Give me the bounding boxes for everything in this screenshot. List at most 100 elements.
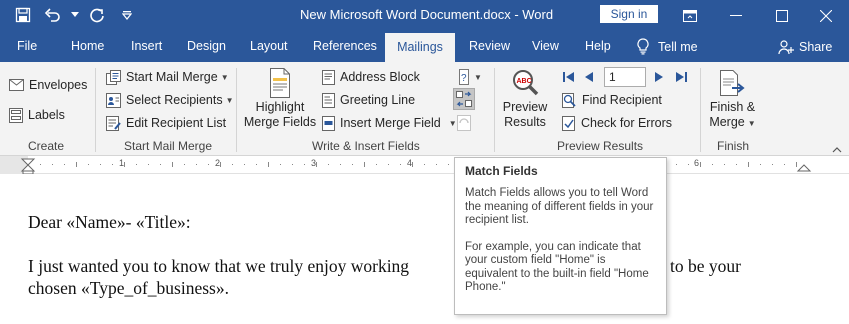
- finish-merge-button[interactable]: Finish & Merge ▼: [705, 68, 760, 131]
- rules-button[interactable]: ? ▼: [457, 67, 482, 87]
- preview-label-line1: Preview: [502, 100, 548, 114]
- find-recipient-button[interactable]: Find Recipient: [562, 90, 662, 110]
- match-fields-button[interactable]: [453, 88, 475, 110]
- match-fields-icon: [456, 91, 472, 107]
- customize-toolbar-icon[interactable]: [112, 4, 142, 26]
- update-labels-button[interactable]: [457, 113, 471, 133]
- check-for-errors-label: Check for Errors: [581, 116, 672, 130]
- highlight-merge-fields-button[interactable]: Highlight Merge Fields: [243, 68, 317, 130]
- tab-view[interactable]: View: [532, 31, 559, 62]
- preview-label-line2: Results: [504, 115, 546, 129]
- share-button[interactable]: Share: [778, 31, 832, 62]
- tooltip-paragraph: Match Fields allows you to tell Word the…: [465, 187, 654, 226]
- document-page[interactable]: Dear «Name»- «Title»: I just wanted you …: [0, 174, 849, 324]
- svg-text:?: ?: [461, 73, 467, 84]
- ruler-ticks: [0, 156, 812, 174]
- document-line-body-left[interactable]: I just wanted you to know that we truly …: [28, 256, 409, 277]
- find-recipient-label: Find Recipient: [582, 93, 662, 107]
- tab-references[interactable]: References: [313, 31, 377, 62]
- record-number-input[interactable]: 1: [604, 67, 646, 87]
- edit-recipient-list-button[interactable]: Edit Recipient List: [106, 113, 226, 133]
- finish-label-line1: Finish &: [709, 100, 756, 114]
- ruler-number: 4: [407, 158, 413, 168]
- save-icon[interactable]: [8, 4, 38, 26]
- insert-merge-field-label: Insert Merge Field: [340, 116, 441, 130]
- redo-icon[interactable]: [82, 4, 112, 26]
- select-recipients-button[interactable]: Select Recipients ▼: [106, 90, 234, 110]
- tooltip-title: Match Fields: [465, 164, 538, 178]
- ribbon-tabs: File Home Insert Design Layout Reference…: [0, 31, 849, 62]
- labels-button[interactable]: Labels: [9, 105, 65, 125]
- finish-label-line2-wrap: Merge ▼: [705, 115, 760, 131]
- tab-insert[interactable]: Insert: [131, 31, 162, 62]
- labels-label: Labels: [28, 108, 65, 122]
- start-mail-merge-icon: [106, 69, 121, 85]
- sign-in-button[interactable]: Sign in: [600, 5, 658, 23]
- last-record-icon: [674, 70, 688, 84]
- preview-results-button[interactable]: ABC Preview Results: [499, 68, 551, 130]
- title-bar: New Microsoft Word Document.docx - Word …: [0, 0, 849, 31]
- next-record-button[interactable]: [653, 67, 665, 87]
- chevron-down-icon: ▼: [220, 72, 229, 82]
- address-block-label: Address Block: [340, 70, 420, 84]
- group-label-start-mail-merge: Start Mail Merge: [124, 139, 213, 153]
- envelopes-button[interactable]: Envelopes: [9, 75, 87, 95]
- finish-merge-icon: [705, 68, 760, 100]
- chevron-down-icon: ▼: [474, 72, 482, 82]
- finish-label-line2: Merge: [709, 115, 745, 129]
- document-line-body-right[interactable]: to be your: [670, 256, 741, 277]
- group-separator: [700, 68, 701, 152]
- undo-dropdown-icon[interactable]: [68, 4, 82, 26]
- chevron-down-icon: ▼: [225, 95, 234, 105]
- share-label: Share: [799, 39, 833, 54]
- highlight-label-line2: Merge Fields: [243, 115, 317, 129]
- document-line-closing[interactable]: chosen «Type_of_business».: [28, 278, 229, 299]
- tab-layout[interactable]: Layout: [250, 31, 288, 62]
- ruler-number: 2: [215, 158, 221, 168]
- group-label-write-insert: Write & Insert Fields: [312, 139, 420, 153]
- start-mail-merge-label: Start Mail Merge: [126, 70, 218, 84]
- tell-me-search[interactable]: Tell me: [637, 31, 698, 62]
- tab-help[interactable]: Help: [585, 31, 611, 62]
- edit-recipient-list-label: Edit Recipient List: [126, 116, 227, 130]
- window-title: New Microsoft Word Document.docx - Word: [300, 7, 554, 22]
- last-record-button[interactable]: [674, 67, 688, 87]
- greeting-line-icon: [322, 92, 335, 108]
- maximize-icon[interactable]: [759, 0, 805, 31]
- ruler-number: 3: [311, 158, 317, 168]
- address-block-button[interactable]: Address Block: [322, 67, 420, 87]
- select-recipients-label: Select Recipients: [126, 93, 223, 107]
- chevron-down-icon: ▼: [747, 119, 756, 128]
- labels-icon: [9, 107, 23, 123]
- tab-review[interactable]: Review: [469, 31, 510, 62]
- tab-file[interactable]: File: [17, 31, 37, 62]
- tooltip-paragraph: For example, you can indicate that your …: [465, 240, 649, 294]
- check-for-errors-button[interactable]: Check for Errors: [562, 113, 672, 133]
- ribbon-display-options-icon[interactable]: [667, 0, 713, 31]
- document-line-greeting[interactable]: Dear «Name»- «Title»:: [28, 212, 191, 233]
- tab-mailings[interactable]: Mailings: [385, 33, 455, 62]
- close-icon[interactable]: [803, 0, 849, 31]
- group-separator: [236, 68, 237, 152]
- undo-icon[interactable]: [38, 4, 68, 26]
- previous-record-button[interactable]: [583, 67, 595, 87]
- group-label-finish: Finish: [717, 139, 750, 153]
- tooltip-body: Match Fields allows you to tell Word the…: [465, 187, 656, 295]
- minimize-icon[interactable]: [713, 0, 759, 31]
- lightbulb-icon: [637, 38, 649, 55]
- tab-home[interactable]: Home: [71, 31, 104, 62]
- horizontal-ruler: 1 2 3 4 6: [0, 156, 849, 174]
- insert-merge-field-icon: [322, 115, 335, 131]
- start-mail-merge-button[interactable]: Start Mail Merge ▼: [106, 67, 229, 87]
- group-label-preview-results: Preview Results: [557, 139, 644, 153]
- ruler-number: 1: [119, 158, 125, 168]
- tab-design[interactable]: Design: [187, 31, 226, 62]
- greeting-line-button[interactable]: Greeting Line: [322, 90, 415, 110]
- quick-access-toolbar: [8, 4, 142, 26]
- edit-recipient-list-icon: [106, 115, 121, 131]
- first-record-button[interactable]: [562, 67, 576, 87]
- envelope-icon: [9, 79, 24, 91]
- insert-merge-field-button[interactable]: Insert Merge Field ▼: [322, 113, 457, 133]
- greeting-line-label: Greeting Line: [340, 93, 416, 107]
- collapse-ribbon-icon[interactable]: [832, 142, 842, 156]
